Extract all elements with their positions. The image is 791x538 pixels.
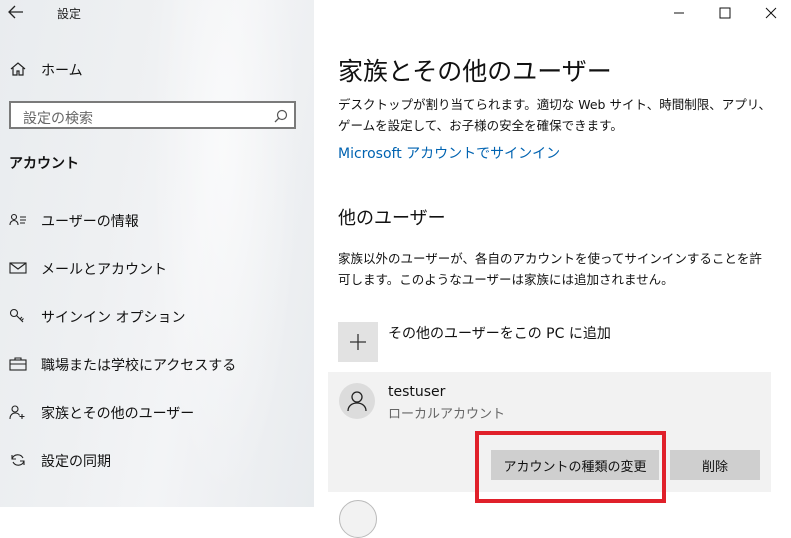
page-description: デスクトップが割り当てられます。適切な Web サイト、時間制限、アプリ、ゲーム…	[338, 97, 771, 133]
sidebar-item-label: 設定の同期	[41, 454, 111, 470]
sidebar-section-title: アカウント	[9, 156, 79, 172]
maximize-button[interactable]	[710, 4, 740, 22]
sidebar-item-label: ユーザーの情報	[41, 214, 139, 230]
sidebar-item-label: メールとアカウント	[41, 262, 167, 278]
user-name: testuser	[388, 384, 446, 400]
mail-icon	[9, 260, 27, 276]
avatar	[339, 500, 377, 538]
delete-user-button[interactable]: 削除	[670, 450, 760, 480]
sidebar-item-sync[interactable]: 設定の同期	[0, 445, 314, 475]
sync-icon	[9, 452, 27, 468]
add-user-label[interactable]: その他のユーザーをこの PC に追加	[388, 323, 611, 343]
maximize-icon	[719, 7, 731, 19]
sidebar-item-email[interactable]: メールとアカウント	[0, 253, 314, 283]
close-button[interactable]	[756, 4, 786, 22]
sidebar-item-sign-in[interactable]: サインイン オプション	[0, 301, 314, 331]
sidebar-item-label: 家族とその他のユーザー	[41, 406, 195, 422]
search-placeholder: 設定の検索	[23, 111, 93, 127]
page-title: 家族とその他のユーザー	[338, 57, 612, 86]
back-button[interactable]	[8, 4, 30, 22]
other-users-description: 家族以外のユーザーが、各自のアカウントを使ってサインインすることを許可します。こ…	[338, 251, 762, 287]
minimize-icon	[674, 12, 684, 14]
key-icon	[9, 308, 27, 324]
add-user-button[interactable]	[338, 322, 378, 362]
app-title: 設定	[57, 7, 82, 21]
sidebar-item-label: 職場または学校にアクセスする	[41, 358, 237, 374]
sidebar-item-label: サインイン オプション	[41, 310, 186, 326]
annotation-highlight-box	[475, 431, 666, 503]
person-card-icon	[9, 212, 27, 228]
person-add-icon	[9, 404, 27, 420]
user-account-type: ローカルアカウント	[388, 407, 506, 422]
sidebar-item-family[interactable]: 家族とその他のユーザー	[0, 397, 314, 427]
sidebar-item-label: ホーム	[41, 63, 83, 79]
sidebar-item-your-info[interactable]: ユーザーの情報	[0, 205, 314, 235]
plus-icon	[350, 334, 366, 350]
person-icon	[347, 391, 367, 412]
other-users-heading: 他のユーザー	[338, 208, 446, 229]
sidebar-item-work-school[interactable]: 職場または学校にアクセスする	[0, 349, 314, 379]
close-icon	[765, 7, 777, 19]
sidebar-item-home[interactable]: ホーム	[0, 54, 314, 84]
briefcase-icon	[9, 356, 27, 372]
minimize-button[interactable]	[664, 4, 694, 22]
microsoft-signin-link[interactable]: Microsoft アカウントでサインイン	[338, 143, 560, 163]
home-icon	[9, 61, 27, 77]
search-input[interactable]: 設定の検索	[9, 101, 296, 129]
arrow-left-icon	[8, 5, 23, 19]
search-icon[interactable]	[274, 108, 288, 123]
avatar	[339, 383, 375, 419]
